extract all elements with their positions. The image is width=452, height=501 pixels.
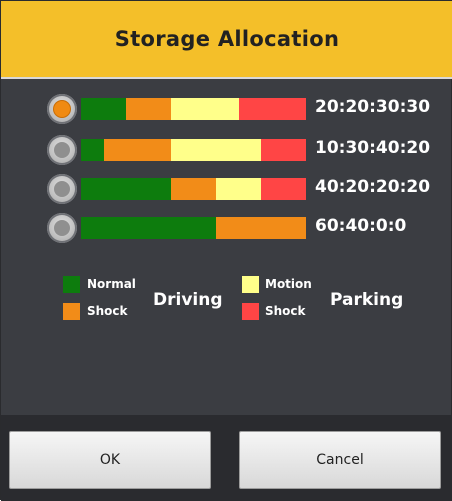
bar-segment-1 — [81, 217, 216, 239]
bar-segment-2 — [103, 139, 171, 161]
bar-segment-1 — [81, 139, 104, 161]
legend-normal-label: Normal — [87, 277, 136, 291]
allocation-ratio: 10:30:40:20 — [315, 138, 431, 158]
parking-shock-swatch — [242, 303, 259, 320]
radio-button[interactable] — [47, 213, 77, 243]
legend-driving-shock-label: Shock — [87, 304, 128, 318]
bar-segment-4 — [261, 178, 306, 200]
cancel-button[interactable]: Cancel — [239, 431, 441, 489]
legend-motion-label: Motion — [265, 277, 312, 291]
title-divider — [1, 77, 452, 79]
allocation-option-1[interactable]: 20:20:30:30 — [47, 94, 447, 126]
bar-segment-1 — [81, 98, 126, 120]
radio-button[interactable] — [47, 174, 77, 204]
parking-label: Parking — [330, 290, 404, 310]
allocation-bar — [81, 217, 306, 239]
radio-button[interactable] — [47, 135, 77, 165]
radio-dot-icon — [54, 101, 70, 117]
motion-swatch — [242, 276, 259, 293]
storage-allocation-dialog: Storage Allocation 20:20:30:30 10:30:40:… — [0, 0, 452, 501]
driving-label: Driving — [153, 290, 223, 310]
bar-segment-3 — [171, 139, 261, 161]
bar-segment-2 — [216, 217, 306, 239]
dialog-title-bar: Storage Allocation — [1, 1, 452, 77]
allocation-ratio: 40:20:20:20 — [315, 177, 431, 197]
allocation-ratio: 20:20:30:30 — [315, 97, 431, 117]
allocation-bar — [81, 98, 306, 120]
legend-parking-shock-label: Shock — [265, 304, 306, 318]
normal-swatch — [63, 276, 80, 293]
allocation-ratio: 60:40:0:0 — [315, 216, 407, 236]
radio-dot-icon — [54, 220, 70, 236]
radio-dot-icon — [54, 181, 70, 197]
allocation-bar — [81, 139, 306, 161]
bar-segment-4 — [238, 98, 306, 120]
bar-segment-3 — [216, 178, 261, 200]
bar-segment-4 — [261, 139, 306, 161]
allocation-option-3[interactable]: 40:20:20:20 — [47, 174, 447, 206]
dialog-title: Storage Allocation — [114, 27, 340, 51]
radio-dot-icon — [54, 142, 70, 158]
allocation-option-2[interactable]: 10:30:40:20 — [47, 135, 447, 167]
bar-segment-1 — [81, 178, 171, 200]
radio-button[interactable] — [47, 94, 77, 124]
bar-segment-2 — [126, 98, 171, 120]
allocation-option-4[interactable]: 60:40:0:0 — [47, 213, 447, 245]
legend: Normal Shock Driving Motion Shock Parkin… — [1, 271, 452, 331]
bar-segment-3 — [171, 98, 239, 120]
button-bar: OK Cancel — [1, 415, 452, 501]
ok-button[interactable]: OK — [9, 431, 211, 489]
bar-segment-2 — [171, 178, 216, 200]
driving-shock-swatch — [63, 303, 80, 320]
allocation-bar — [81, 178, 306, 200]
